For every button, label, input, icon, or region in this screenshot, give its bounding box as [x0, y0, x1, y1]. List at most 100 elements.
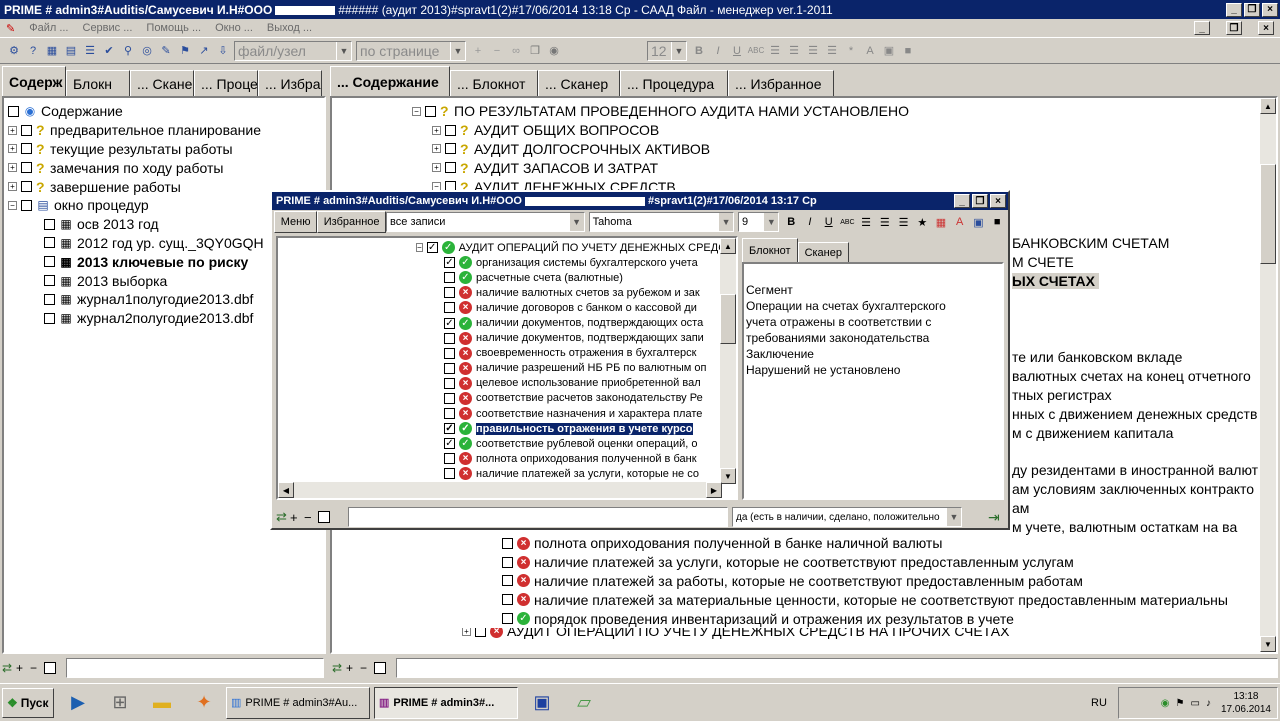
display-icon[interactable]: ▭: [1190, 698, 1199, 709]
bold-icon[interactable]: B: [691, 43, 707, 59]
dialog-input[interactable]: [348, 507, 728, 527]
dialog-tree-item[interactable]: ✓ ✓ соответствие рублевой оценки операций,…: [444, 436, 726, 451]
left-input[interactable]: [66, 658, 324, 678]
checkbox[interactable]: [44, 237, 55, 249]
checkbox[interactable]: [445, 124, 456, 136]
dialog-note-panel[interactable]: Сегмент Операции на счетах бухгалтерског…: [742, 262, 1004, 500]
italic-icon[interactable]: I: [710, 43, 726, 59]
copy-icon[interactable]: ❐: [527, 43, 543, 59]
checkbox[interactable]: ✓: [444, 257, 455, 269]
tree-node[interactable]: +? АУДИТ ОБЩИХ ВОПРОСОВ: [432, 121, 1252, 140]
checkbox[interactable]: [21, 162, 32, 174]
answer-combo[interactable]: да (есть в наличии, сделано, положительн…: [732, 507, 962, 527]
checkbox[interactable]: [318, 511, 330, 523]
star-icon[interactable]: *: [843, 43, 859, 59]
checkbox[interactable]: [444, 453, 455, 465]
checkbox[interactable]: [425, 105, 436, 117]
stop-icon[interactable]: ■: [989, 214, 1005, 230]
menu-service[interactable]: Сервис ...: [83, 22, 133, 34]
link-icon[interactable]: ∞: [508, 43, 524, 59]
remove-icon[interactable]: −: [30, 661, 44, 675]
checkbox[interactable]: [444, 362, 455, 374]
powershell-icon[interactable]: ▶: [60, 688, 96, 718]
child-restore-button[interactable]: ❐: [1226, 21, 1242, 35]
add-icon[interactable]: +: [346, 661, 360, 675]
tree-node[interactable]: + × АУДИТ ОПЕРАЦИЙ ПО УЧЕТУ ДЕНЕЖНЫХ СРЕДС…: [462, 628, 1262, 640]
checkbox[interactable]: [502, 537, 513, 549]
menu-help[interactable]: Помощь ...: [146, 22, 201, 34]
dialog-tree-item[interactable]: ✓ ✓ правильность отражения в учете курсо: [444, 421, 726, 436]
dialog-tree-item[interactable]: × наличие валютных счетов за рубежом и за…: [444, 285, 726, 300]
child-close-button[interactable]: ×: [1258, 21, 1274, 35]
taskbar-task-prime-2[interactable]: ▥ PRIME # admin3#...: [374, 686, 518, 719]
remove-icon[interactable]: −: [360, 661, 374, 675]
dialog-tree-item[interactable]: × наличие разрешений НБ РБ по валютным оп: [444, 361, 726, 376]
checkbox[interactable]: [44, 662, 56, 674]
expand-icon[interactable]: +: [8, 144, 17, 154]
expand-icon[interactable]: +: [462, 628, 471, 636]
scroll-right-icon[interactable]: ▶: [706, 482, 722, 498]
network-icon[interactable]: ⊞: [102, 688, 138, 718]
align-left-icon[interactable]: ☰: [858, 214, 874, 230]
dialog-tree-item[interactable]: × своевременность отражения в бухгалтерск: [444, 346, 726, 361]
collapse-icon[interactable]: −: [412, 106, 421, 116]
checkbox[interactable]: [8, 105, 19, 117]
expand-icon[interactable]: +: [8, 125, 17, 135]
checkbox[interactable]: [21, 199, 32, 211]
dialog-tree-item[interactable]: × целевое использование приобретенной вал: [444, 376, 726, 391]
tab-scanner-right[interactable]: ... Сканер: [538, 70, 620, 96]
align-center-icon[interactable]: ☰: [877, 214, 893, 230]
checkbox[interactable]: [444, 287, 455, 299]
checkbox[interactable]: [445, 162, 456, 174]
tab-favorites-right[interactable]: ... Избранное: [728, 70, 834, 96]
expand-icon[interactable]: +: [8, 163, 17, 173]
add-icon[interactable]: +: [16, 661, 30, 675]
checkbox[interactable]: [444, 302, 455, 314]
remove-icon[interactable]: −: [304, 510, 318, 525]
right-vertical-scrollbar[interactable]: ▲ ▼: [1260, 98, 1276, 652]
checkbox[interactable]: [502, 575, 513, 587]
scroll-thumb[interactable]: [1260, 164, 1276, 264]
tab-notebook[interactable]: Блокн: [66, 70, 130, 96]
checkbox[interactable]: [444, 272, 455, 284]
search-icon[interactable]: ⚲: [120, 43, 136, 59]
checkbox[interactable]: [373, 662, 386, 674]
language-indicator[interactable]: RU: [1091, 697, 1107, 709]
tab-contents[interactable]: Содерж: [2, 66, 66, 96]
link-icon[interactable]: ⇄: [276, 509, 290, 525]
export-icon[interactable]: ⇩: [215, 43, 231, 59]
dialog-tree-item[interactable]: ✓ ✓ наличии документов, подтверждающих ост…: [444, 315, 726, 330]
scroll-down-icon[interactable]: ▼: [1260, 636, 1276, 652]
checkbox[interactable]: [502, 613, 513, 625]
dialog-tree-item[interactable]: × соответствие расчетов законодательству …: [444, 391, 726, 406]
italic-icon[interactable]: I: [802, 214, 818, 230]
dialog-tree-item[interactable]: × наличие договоров с банком о кассовой д…: [444, 300, 726, 315]
grid-icon[interactable]: ▦: [933, 214, 949, 230]
app-icon[interactable]: ✦: [186, 688, 222, 718]
link-icon[interactable]: ⇄: [2, 661, 16, 675]
underline-icon[interactable]: U: [729, 43, 745, 59]
bold-icon[interactable]: B: [783, 214, 799, 230]
collapse-icon[interactable]: −: [416, 243, 423, 253]
dialog-tree-item[interactable]: × полнота оприходования полученной в банк: [444, 451, 726, 466]
scroll-thumb[interactable]: [720, 294, 736, 344]
dialog-tree-item[interactable]: ✓ расчетные счета (валютные): [444, 270, 726, 285]
strike-icon[interactable]: ABC: [840, 214, 856, 230]
justify-icon[interactable]: ☰: [824, 43, 840, 59]
tree-item[interactable]: +? предварительное планирование: [8, 121, 324, 140]
scroll-down-icon[interactable]: ▼: [720, 468, 736, 484]
checkbox[interactable]: [502, 594, 513, 606]
child-minimize-button[interactable]: _: [1194, 21, 1210, 35]
tab-procedure[interactable]: ... Проце: [194, 70, 258, 96]
expand-icon[interactable]: +: [432, 144, 441, 154]
dialog-maximize-button[interactable]: ❐: [972, 194, 988, 208]
tree-leaf[interactable]: × наличие платежей за услуги, которые не …: [502, 553, 1262, 572]
binoculars-icon[interactable]: ◎: [139, 43, 155, 59]
tab-notebook-dialog[interactable]: Блокнот: [742, 238, 798, 262]
checkbox[interactable]: [44, 293, 55, 305]
checkbox[interactable]: ✓: [444, 317, 455, 329]
checkbox[interactable]: [475, 628, 486, 637]
favorites-button[interactable]: Избранное: [317, 211, 387, 233]
font-color-icon[interactable]: A: [862, 43, 878, 59]
align-right-icon[interactable]: ☰: [896, 214, 912, 230]
